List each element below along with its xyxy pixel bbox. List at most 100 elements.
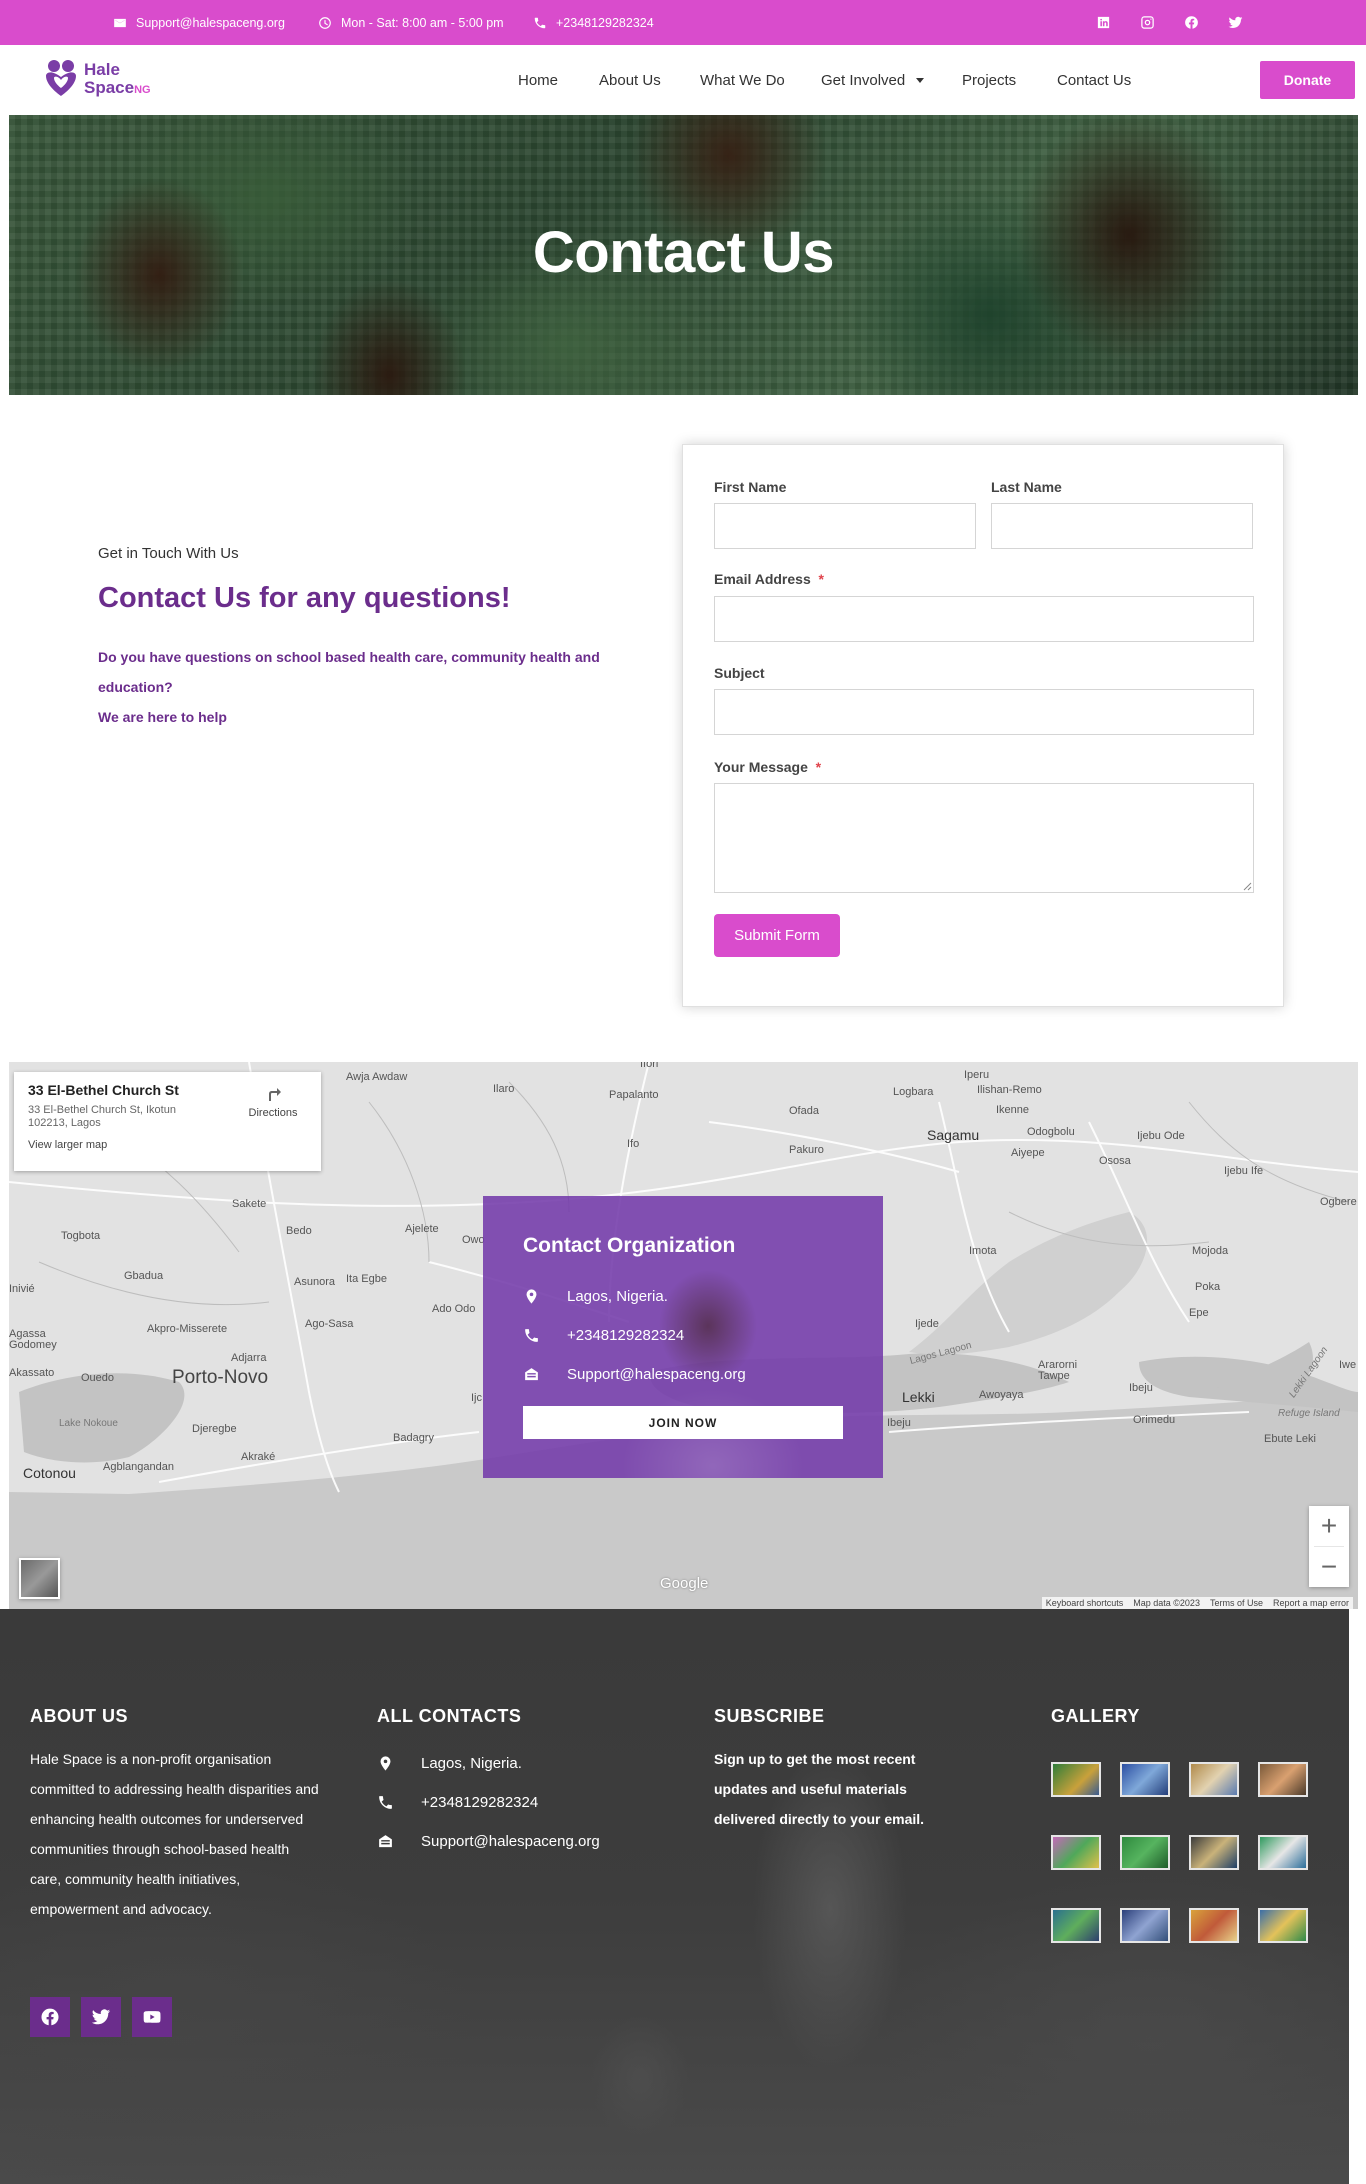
clock-icon: [319, 16, 331, 29]
first-name-field[interactable]: [714, 503, 976, 549]
map-place-card: 33 El-Bethel Church St 33 El-Bethel Chur…: [14, 1072, 321, 1171]
page-title: Contact Us: [532, 220, 835, 285]
gallery-thumbnail[interactable]: [1258, 1908, 1308, 1943]
nav-item-about-us[interactable]: About Us: [599, 72, 661, 89]
gallery-thumbnail[interactable]: [1120, 1762, 1170, 1797]
subject-label: Subject: [714, 665, 765, 681]
map-label: Ogbere: [1320, 1196, 1357, 1208]
intro-text: Do you have questions on school based he…: [98, 642, 638, 732]
footer-subscribe-text: Sign up to get the most recent updates a…: [714, 1751, 925, 1827]
submit-form-button[interactable]: Submit Form: [714, 914, 840, 957]
map-label: Akpro-Misserete: [147, 1323, 228, 1335]
nav-item-projects[interactable]: Projects: [962, 72, 1016, 89]
footer-email[interactable]: Support@halespaceng.org: [377, 1833, 600, 1850]
footer-gallery: [1051, 1762, 1308, 1943]
footer-phone[interactable]: +2348129282324: [377, 1794, 538, 1811]
logo-wordmark: Hale SpaceNG: [84, 61, 151, 99]
view-larger-map-link[interactable]: View larger map: [28, 1139, 307, 1151]
map-label: Awoyaya: [979, 1389, 1024, 1401]
topbar-email[interactable]: Support@halespaceng.org: [113, 0, 285, 45]
map-label: Awja Awdaw: [346, 1071, 408, 1083]
nav-item-home[interactable]: Home: [518, 72, 558, 89]
message-field[interactable]: [714, 783, 1254, 893]
map-label: Iperu: [964, 1069, 990, 1081]
nav-item-get-involved-label: Get Involved: [821, 71, 906, 89]
site-logo[interactable]: Hale SpaceNG: [42, 57, 151, 103]
map-label: Ijc: [471, 1392, 482, 1404]
org-email[interactable]: Support@halespaceng.org: [523, 1366, 746, 1383]
twitter-icon[interactable]: [1227, 15, 1243, 31]
logo-text-hale: Hale: [84, 60, 120, 79]
gallery-thumbnail[interactable]: [1051, 1908, 1101, 1943]
map-type-toggle[interactable]: [19, 1558, 60, 1599]
org-phone[interactable]: +2348129282324: [523, 1327, 684, 1344]
map-label: Ibeju: [887, 1417, 911, 1429]
footer-about-text: Hale Space is a non-profit organisation …: [30, 1751, 319, 1917]
map-label: Ikenne: [996, 1104, 1030, 1116]
twitter-icon[interactable]: [81, 1997, 121, 2037]
gallery-thumbnail[interactable]: [1189, 1908, 1239, 1943]
gallery-thumbnail[interactable]: [1258, 1762, 1308, 1797]
org-location-text: Lagos, Nigeria.: [567, 1288, 668, 1305]
org-email-text: Support@halespaceng.org: [567, 1366, 746, 1383]
instagram-icon[interactable]: [1139, 15, 1155, 31]
donate-button[interactable]: Donate: [1260, 61, 1355, 99]
map-label: Orimedu: [1133, 1414, 1176, 1426]
facebook-icon[interactable]: [30, 1997, 70, 2037]
email-label-text: Email Address: [714, 571, 811, 587]
youtube-icon[interactable]: [132, 1997, 172, 2037]
footer-about-title: ABOUT US: [30, 1706, 128, 1726]
topbar-email-text: Support@halespaceng.org: [136, 15, 285, 30]
envelope-open-icon: [525, 1368, 538, 1381]
gallery-thumbnail[interactable]: [1051, 1762, 1101, 1797]
map-label: Ibeju: [1129, 1382, 1153, 1394]
map-label: Owo: [462, 1234, 485, 1246]
footer-subscribe-title: SUBSCRIBE: [714, 1706, 825, 1726]
nav-item-what-we-do[interactable]: What We Do: [700, 72, 785, 89]
intro-question: Do you have questions on school based he…: [98, 649, 600, 695]
gallery-thumbnail[interactable]: [1189, 1762, 1239, 1797]
facebook-icon[interactable]: [1183, 15, 1199, 31]
nav-item-get-involved[interactable]: Get Involved: [821, 72, 925, 89]
gallery-thumbnail[interactable]: [1051, 1835, 1101, 1870]
map-label: Logbara: [893, 1086, 934, 1098]
top-bar: Support@halespaceng.org Mon - Sat: 8:00 …: [0, 0, 1366, 45]
phone-icon: [379, 1796, 392, 1809]
topbar-phone[interactable]: +2348129282324: [533, 0, 654, 45]
topbar-hours: Mon - Sat: 8:00 am - 5:00 pm: [318, 0, 504, 45]
logo-text-ng: NG: [134, 84, 151, 96]
footer-gallery-title: GALLERY: [1051, 1706, 1140, 1726]
logo-text-space: Space: [84, 78, 135, 97]
map-label: Ilaro: [493, 1083, 515, 1095]
map-label: Papalanto: [609, 1089, 659, 1101]
subject-field[interactable]: [714, 689, 1254, 735]
map-label: Ifo: [627, 1138, 640, 1150]
email-field[interactable]: [714, 596, 1254, 642]
terms-of-use-link[interactable]: Terms of Use: [1210, 1598, 1263, 1608]
contact-organization-card: Contact Organization Lagos, Nigeria. +23…: [483, 1196, 883, 1478]
join-now-button[interactable]: JOIN NOW: [523, 1406, 843, 1439]
footer-location-text: Lagos, Nigeria.: [421, 1755, 522, 1772]
gallery-thumbnail[interactable]: [1120, 1908, 1170, 1943]
zoom-out-button[interactable]: −: [1309, 1547, 1349, 1587]
map-label: Ajelete: [405, 1223, 439, 1235]
map-zoom-controls: + −: [1309, 1506, 1349, 1587]
topbar-hours-text: Mon - Sat: 8:00 am - 5:00 pm: [341, 15, 504, 30]
map-label: Mojoda: [1192, 1245, 1229, 1257]
linkedin-icon[interactable]: [1095, 15, 1111, 31]
map-label: Refuge Island: [1278, 1408, 1340, 1419]
gallery-thumbnail[interactable]: [1120, 1835, 1170, 1870]
footer-email-text: Support@halespaceng.org: [421, 1833, 600, 1850]
last-name-field[interactable]: [991, 503, 1253, 549]
keyboard-shortcuts-link[interactable]: Keyboard shortcuts: [1046, 1598, 1124, 1608]
zoom-in-button[interactable]: +: [1309, 1506, 1349, 1546]
gallery-thumbnail[interactable]: [1258, 1835, 1308, 1870]
gallery-thumbnail[interactable]: [1189, 1835, 1239, 1870]
resize-handle-icon[interactable]: [1243, 882, 1252, 891]
report-map-error-link[interactable]: Report a map error: [1273, 1598, 1349, 1608]
first-name-label: First Name: [714, 479, 787, 495]
map-label: Ijebu Ode: [1137, 1130, 1185, 1142]
directions-button[interactable]: Directions: [243, 1084, 303, 1119]
map-label: Odogbolu: [1027, 1126, 1075, 1138]
nav-item-contact-us[interactable]: Contact Us: [1057, 72, 1131, 89]
